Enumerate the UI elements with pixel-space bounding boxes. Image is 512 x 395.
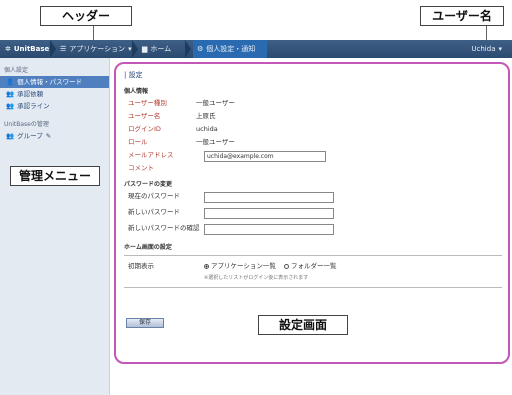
people-icon: 👥 xyxy=(6,102,15,110)
settings-callout: 設定画面 xyxy=(258,315,348,335)
nav-personal-settings[interactable]: ⚙ 個人設定・通知 xyxy=(193,40,268,58)
radio-option-folders[interactable]: フォルダー一覧 xyxy=(284,260,337,273)
current-password-field[interactable] xyxy=(204,192,334,203)
new-password-field[interactable] xyxy=(204,208,334,219)
user-icon: 👤 xyxy=(6,78,15,86)
email-field[interactable]: uchida@example.com xyxy=(204,151,326,162)
initial-display-note: ※選択したリストがログイン後に表示されます xyxy=(204,275,309,281)
sidebar-group-personal: 個人設定 xyxy=(4,67,29,74)
group-icon: 👥 xyxy=(6,132,15,140)
home-settings-heading: ホーム画面の設定 xyxy=(124,244,172,251)
field-row-user-type: ユーザー種別 一般ユーザー xyxy=(128,99,235,107)
header-bar: ✲ UnitBase ☰ アプリケーション ▾ ▆ ホーム ⚙ 個人設定・通知 … xyxy=(0,40,512,58)
admin-menu: 個人設定 👤 個人情報・パスワード 👥 承認依頼 👥 承認ライン UnitBas… xyxy=(0,58,110,395)
field-row-comment: コメント xyxy=(128,164,154,172)
personal-info-heading: 個人情報 xyxy=(124,88,149,95)
divider xyxy=(124,287,502,288)
settings-form: | 設定 個人情報 ユーザー種別 一般ユーザー ユーザー名 上原氏 ログインID… xyxy=(124,70,502,292)
breadcrumb-separator xyxy=(50,40,56,58)
nav-applications[interactable]: ☰ アプリケーション ▾ xyxy=(60,40,132,58)
chevron-down-icon: ▾ xyxy=(498,45,502,53)
nav-home[interactable]: ▆ ホーム xyxy=(142,40,171,58)
field-row-user-name: ユーザー名 上原氏 xyxy=(128,112,216,120)
folder-icon: ▆ xyxy=(142,45,148,53)
field-row-email: メールアドレス uchida@example.com xyxy=(124,149,502,162)
sidebar-item-personal-info[interactable]: 👤 個人情報・パスワード xyxy=(0,76,109,88)
radio-selected-icon xyxy=(204,263,209,269)
field-row-initial-display: 初期表示 アプリケーション一覧 フォルダー一覧 xyxy=(124,260,502,273)
field-row-login-id: ログインID uchida xyxy=(128,125,218,133)
field-row-new-password: 新しいパスワード xyxy=(124,206,502,222)
user-callout: ユーザー名 xyxy=(420,6,504,26)
logo-icon: ✲ xyxy=(5,45,11,53)
field-row-role: ロール 一般ユーザー xyxy=(128,138,235,146)
field-row-current-password: 現在のパスワード xyxy=(124,190,502,206)
field-row-confirm-password: 新しいパスワードの確認 xyxy=(124,222,502,238)
list-icon: ☰ xyxy=(60,45,67,53)
password-heading: パスワードの変更 xyxy=(124,181,173,188)
save-button[interactable]: 保存 xyxy=(126,318,164,328)
logo[interactable]: ✲ UnitBase xyxy=(5,40,49,58)
radio-option-applications[interactable]: アプリケーション一覧 xyxy=(204,260,276,273)
breadcrumb-separator xyxy=(132,40,138,58)
header-callout: ヘッダー xyxy=(40,6,132,26)
app-window: ✲ UnitBase ☰ アプリケーション ▾ ▆ ホーム ⚙ 個人設定・通知 … xyxy=(0,40,512,395)
sidebar-group-admin: UnitBaseの管理 xyxy=(4,121,49,128)
radio-unselected-icon xyxy=(284,263,289,269)
settings-icon: ⚙ xyxy=(197,45,204,53)
page-title: | 設定 xyxy=(124,71,143,79)
user-menu[interactable]: Uchida ▾ xyxy=(471,40,502,58)
sidebar-item-approval-line[interactable]: 👥 承認ライン xyxy=(0,100,109,112)
sidebar-item-approval-request[interactable]: 👥 承認依頼 xyxy=(0,88,109,100)
breadcrumb-separator xyxy=(185,40,191,58)
edit-icon: ✎ xyxy=(45,132,52,140)
sidebar-item-group[interactable]: 👥 グループ ✎ xyxy=(0,130,109,142)
menu-callout: 管理メニュー xyxy=(10,166,100,186)
people-icon: 👥 xyxy=(6,90,15,98)
divider xyxy=(124,255,502,256)
confirm-password-field[interactable] xyxy=(204,224,334,235)
